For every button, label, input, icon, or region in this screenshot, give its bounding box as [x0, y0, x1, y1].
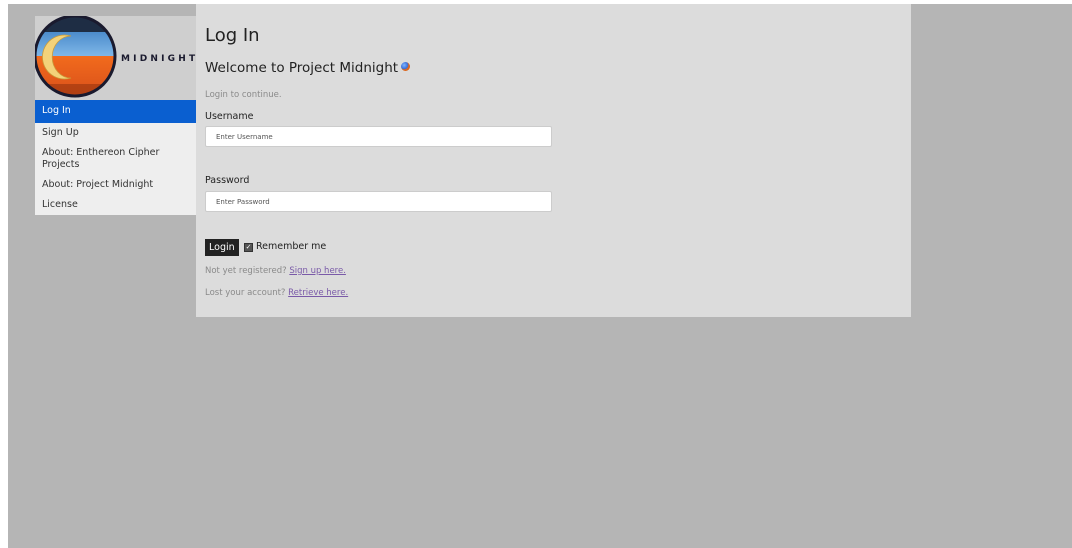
register-prompt-text: Not yet registered? — [205, 266, 287, 276]
globe-icon — [401, 62, 411, 71]
login-panel: Log In Welcome to Project Midnight Login… — [196, 4, 911, 317]
recover-prompt-text: Lost your account? — [205, 288, 286, 298]
remember-me-checkbox[interactable]: ✓ — [244, 243, 253, 252]
sidebar: MIDNIGHT Log In Sign Up About: Enthereon… — [35, 16, 196, 215]
logo: MIDNIGHT — [35, 16, 196, 100]
recover-prompt: Lost your account? Retrieve here. — [205, 288, 348, 298]
login-subtitle: Login to continue. — [205, 90, 282, 100]
sidebar-item-sign-up[interactable]: Sign Up — [35, 123, 196, 143]
remember-me[interactable]: ✓ Remember me — [244, 241, 326, 252]
password-input[interactable] — [205, 191, 552, 212]
sidebar-item-about-midnight[interactable]: About: Project Midnight — [35, 175, 196, 195]
welcome-heading: Welcome to Project Midnight — [205, 60, 411, 76]
sign-up-link[interactable]: Sign up here. — [289, 266, 346, 276]
login-button[interactable]: Login — [205, 239, 239, 256]
retrieve-account-link[interactable]: Retrieve here. — [288, 288, 348, 298]
page-title: Log In — [205, 25, 260, 46]
register-prompt: Not yet registered? Sign up here. — [205, 266, 346, 276]
remember-me-label: Remember me — [256, 241, 327, 252]
logo-wordmark: MIDNIGHT — [121, 54, 196, 64]
welcome-text: Welcome to Project Midnight — [205, 60, 399, 76]
username-input[interactable] — [205, 126, 552, 147]
password-label: Password — [205, 175, 250, 186]
sidebar-item-about-enthereon[interactable]: About: Enthereon Cipher Projects — [35, 143, 196, 175]
sidebar-item-log-in[interactable]: Log In — [35, 100, 196, 123]
sidebar-item-license[interactable]: License — [35, 195, 196, 215]
username-label: Username — [205, 111, 254, 122]
